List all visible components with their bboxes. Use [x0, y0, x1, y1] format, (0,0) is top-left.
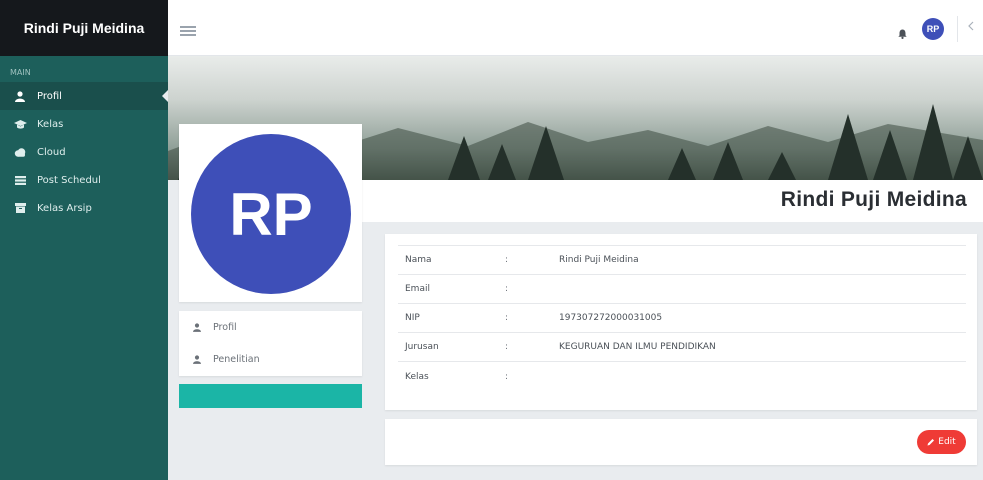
- profile-menu-item-profil[interactable]: Profil: [179, 311, 362, 343]
- user-icon: [193, 322, 203, 332]
- sidebar-item-label: Post Schedul: [37, 174, 101, 186]
- field-label: NIP: [405, 313, 420, 323]
- user-icon: [13, 90, 27, 102]
- sidebar: Rindi Puji Meidina MAIN Profil Kelas Clo…: [0, 0, 168, 480]
- action-card: Edit: [385, 419, 977, 465]
- profile-menu-item-penelitian[interactable]: Penelitian: [179, 343, 362, 375]
- field-separator: :: [505, 342, 509, 352]
- bell-icon[interactable]: [898, 24, 907, 43]
- graduation-cap-icon: [13, 119, 27, 129]
- table-row: Kelas :: [398, 362, 966, 391]
- avatar[interactable]: RP: [922, 18, 944, 40]
- table-row: Jurusan : KEGURUAN DAN ILMU PENDIDIKAN: [398, 333, 966, 362]
- edit-button[interactable]: Edit: [917, 430, 966, 454]
- menu-icon[interactable]: [180, 26, 196, 36]
- edit-button-label: Edit: [938, 437, 956, 447]
- sidebar-item-label: Kelas: [37, 118, 64, 130]
- field-value: KEGURUAN DAN ILMU PENDIDIKAN: [559, 342, 716, 352]
- field-separator: :: [505, 313, 509, 323]
- table-row: Nama : Rindi Puji Meidina: [398, 246, 966, 275]
- field-label: Email: [405, 284, 430, 294]
- profile-info-table: Nama : Rindi Puji Meidina Email : NIP : …: [398, 245, 966, 391]
- brand-title[interactable]: Rindi Puji Meidina: [0, 0, 168, 56]
- field-value: Rindi Puji Meidina: [559, 255, 639, 265]
- archive-icon: [13, 203, 27, 213]
- sidebar-item-profil[interactable]: Profil: [0, 82, 168, 110]
- field-label: Jurusan: [405, 342, 439, 352]
- field-label: Nama: [405, 255, 432, 265]
- sidebar-item-post-schedul[interactable]: Post Schedul: [0, 166, 168, 194]
- pencil-icon: [927, 438, 935, 446]
- top-navbar: RP: [168, 0, 983, 56]
- sidebar-item-kelas[interactable]: Kelas: [0, 110, 168, 138]
- table-row: Email :: [398, 275, 966, 304]
- field-separator: :: [505, 284, 509, 294]
- list-icon: [13, 175, 27, 185]
- sidebar-item-label: Profil: [37, 90, 62, 102]
- field-value: 197307272000031005: [559, 313, 663, 323]
- profile-photo-card: RP: [179, 124, 362, 302]
- profile-name-strip: Rindi Puji Meidina: [362, 180, 983, 222]
- sidebar-item-kelas-arsip[interactable]: Kelas Arsip: [0, 194, 168, 222]
- table-row: NIP : 197307272000031005: [398, 304, 966, 333]
- cloud-icon: [13, 147, 27, 157]
- topbar-divider: [957, 16, 958, 42]
- field-separator: :: [505, 371, 509, 382]
- sidebar-item-label: Kelas Arsip: [37, 202, 92, 214]
- sidebar-section-label: MAIN: [10, 68, 31, 77]
- profile-avatar: RP: [191, 134, 351, 294]
- profile-menu: Profil Penelitian: [179, 311, 362, 376]
- teal-accent-bar: [179, 384, 362, 408]
- sidebar-item-label: Cloud: [37, 146, 66, 158]
- sidebar-item-cloud[interactable]: Cloud: [0, 138, 168, 166]
- profile-name: Rindi Puji Meidina: [780, 188, 967, 211]
- arrow-left-icon[interactable]: [967, 20, 975, 34]
- profile-menu-label: Penelitian: [213, 353, 260, 365]
- profile-info-card: Nama : Rindi Puji Meidina Email : NIP : …: [385, 234, 977, 410]
- profile-menu-label: Profil: [213, 321, 237, 333]
- user-icon: [193, 354, 203, 364]
- field-label: Kelas: [405, 371, 429, 382]
- field-separator: :: [505, 255, 509, 265]
